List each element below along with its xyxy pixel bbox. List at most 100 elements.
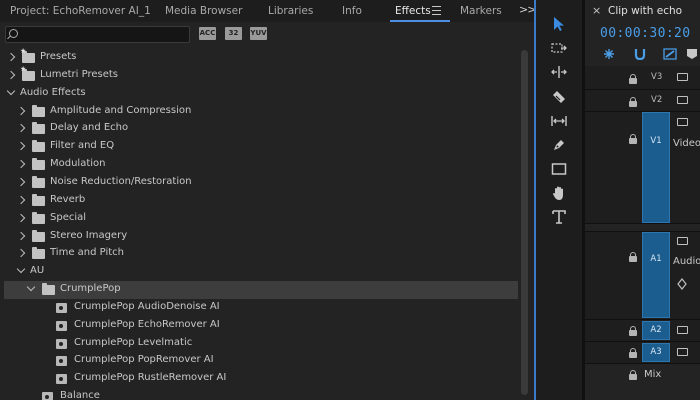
type-tool[interactable]	[551, 209, 567, 225]
chevron-right-icon[interactable]	[6, 52, 16, 62]
chevron-right-icon[interactable]	[16, 249, 26, 258]
track-v1[interactable]: V1 Video	[585, 112, 700, 224]
track-a1[interactable]: A1 Audio	[585, 232, 700, 320]
folder-item[interactable]: Presets	[0, 47, 519, 67]
track-target-a2[interactable]: A2	[642, 321, 670, 340]
pen-icon	[554, 140, 564, 150]
mix-track-label: Mix	[644, 369, 662, 380]
yuv-filter-button[interactable]: YUV	[250, 27, 267, 40]
rectangle-icon	[551, 163, 567, 175]
lock-icon[interactable]	[629, 97, 637, 107]
effect-item[interactable]: CrumplePop EchoRemover AI	[0, 317, 519, 335]
add-marker-icon[interactable]	[685, 48, 699, 60]
folder-item[interactable]: Audio Effects	[0, 85, 519, 103]
chevron-right-icon[interactable]	[16, 213, 26, 222]
chevron-right-icon[interactable]	[16, 142, 26, 151]
effect-item[interactable]: CrumplePop Levelmatic	[0, 335, 519, 353]
track-select-tool[interactable]	[551, 40, 567, 56]
linked-selection-icon[interactable]	[663, 48, 677, 60]
chevron-right-icon[interactable]	[16, 124, 26, 133]
folder-item[interactable]: Amplitude and Compression	[0, 103, 519, 121]
toggle-output-icon[interactable]	[677, 73, 688, 81]
tree-item-label: Delay and Echo	[50, 122, 129, 134]
tab-overflow-icon[interactable]: >>	[519, 3, 536, 16]
effects-scrollbar[interactable]	[519, 48, 530, 400]
close-sequence-icon[interactable]: ×	[592, 4, 601, 17]
effect-item[interactable]: CrumplePop AudioDenoise AI	[0, 299, 519, 317]
toggle-output-icon[interactable]	[677, 237, 688, 245]
scrollbar-thumb[interactable]	[521, 50, 528, 395]
snap-magnet-icon[interactable]	[633, 48, 647, 60]
panel-tab-bar: Project: EchoRemover AI_1 Media Browser …	[0, 0, 536, 22]
hand-tool[interactable]	[551, 185, 567, 201]
toggle-output-icon[interactable]	[677, 96, 688, 104]
chevron-right-icon[interactable]	[6, 70, 16, 80]
pen-tool[interactable]	[551, 137, 567, 153]
toggle-output-icon[interactable]	[677, 118, 688, 126]
track-v3[interactable]: V3	[585, 66, 700, 90]
folder-item[interactable]: Modulation	[0, 156, 519, 174]
chevron-right-icon[interactable]	[16, 231, 26, 240]
folder-item[interactable]: Filter and EQ	[0, 138, 519, 156]
mix-lock-icon[interactable]	[629, 370, 637, 380]
32-bit-color-filter-button[interactable]: 32	[225, 27, 242, 40]
audio-effect-icon	[56, 338, 67, 349]
effects-search-box[interactable]	[5, 26, 190, 43]
track-a3[interactable]: A3	[585, 342, 700, 364]
tab-markers[interactable]: Markers	[460, 5, 502, 17]
effects-search-input[interactable]	[20, 27, 188, 42]
panel-menu-icon[interactable]	[432, 6, 441, 15]
lock-icon[interactable]	[629, 134, 637, 144]
timeline-panel: × Clip with echo 00:00:30:20 V3 V2 V1 Vi…	[585, 0, 700, 400]
effect-item[interactable]: CrumplePop PopRemover AI	[0, 352, 519, 370]
insert-nest-icon[interactable]	[602, 48, 616, 60]
chevron-right-icon[interactable]	[16, 195, 26, 205]
chevron-right-icon[interactable]	[16, 106, 26, 115]
effect-item[interactable]: CrumplePop RustleRemover AI	[0, 370, 519, 388]
toggle-output-icon[interactable]	[677, 326, 688, 334]
ripple-edit-tool[interactable]	[551, 64, 567, 80]
tab-libraries[interactable]: Libraries	[268, 5, 313, 17]
effect-item[interactable]: Balance	[0, 388, 519, 400]
sequence-tab-title[interactable]: Clip with echo	[608, 5, 682, 17]
chevron-down-icon[interactable]	[16, 264, 26, 274]
folder-icon	[32, 122, 45, 135]
lock-icon[interactable]	[629, 74, 637, 84]
folder-item[interactable]: Lumetri Presets	[0, 65, 519, 85]
folder-item[interactable]: CrumplePop	[4, 281, 518, 300]
toggle-output-icon[interactable]	[677, 348, 688, 356]
selection-tool[interactable]	[551, 16, 567, 32]
folder-item[interactable]: AU	[0, 263, 519, 281]
playhead-timecode[interactable]: 00:00:30:20	[600, 26, 691, 41]
accelerated-effects-filter-button[interactable]: ACC	[199, 27, 216, 40]
track-a2[interactable]: A2	[585, 320, 700, 342]
folder-item[interactable]: Time and Pitch	[0, 245, 519, 263]
slip-tool[interactable]	[551, 113, 567, 129]
tab-effects[interactable]: Effects	[395, 5, 431, 17]
track-target-v1[interactable]: V1	[642, 112, 670, 223]
lock-icon[interactable]	[629, 252, 637, 262]
lock-icon[interactable]	[629, 348, 637, 358]
lock-icon[interactable]	[629, 326, 637, 336]
audio-effect-icon	[56, 320, 67, 331]
track-target-a1[interactable]: A1	[642, 232, 670, 318]
chevron-down-icon[interactable]	[6, 86, 16, 95]
chevron-right-icon[interactable]	[16, 159, 26, 169]
razor-icon	[553, 91, 565, 103]
folder-item[interactable]: Stereo Imagery	[0, 228, 519, 246]
tab-project[interactable]: Project: EchoRemover AI_1	[10, 5, 151, 17]
razor-tool[interactable]	[551, 89, 567, 105]
keyframe-icon[interactable]	[677, 278, 687, 290]
rectangle-tool[interactable]	[551, 161, 567, 177]
folder-item[interactable]: Delay and Echo	[0, 120, 519, 138]
track-target-a3[interactable]: A3	[642, 343, 670, 362]
folder-item[interactable]: Special	[0, 210, 519, 228]
chevron-right-icon[interactable]	[16, 177, 26, 187]
folder-item[interactable]: Noise Reduction/Restoration	[0, 174, 519, 192]
tree-item-label: Modulation	[50, 158, 106, 170]
tab-media-browser[interactable]: Media Browser	[165, 5, 242, 17]
tab-info[interactable]: Info	[342, 5, 362, 17]
track-v2[interactable]: V2	[585, 90, 700, 112]
folder-item[interactable]: Reverb	[0, 192, 519, 210]
chevron-down-icon[interactable]	[26, 282, 36, 292]
